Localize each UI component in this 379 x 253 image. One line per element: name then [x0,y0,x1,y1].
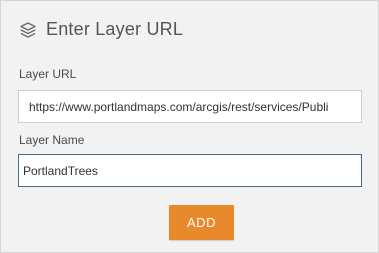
layer-url-label: Layer URL [19,67,77,81]
enter-layer-url-panel: Enter Layer URL Layer URL Layer Name ADD [0,0,379,253]
layer-name-label: Layer Name [19,133,85,147]
panel-header: Enter Layer URL [19,19,183,40]
panel-title: Enter Layer URL [46,19,184,39]
layer-url-input[interactable] [18,90,362,123]
add-button[interactable]: ADD [169,205,234,240]
layer-name-input[interactable] [18,154,362,187]
layers-icon [19,21,37,39]
